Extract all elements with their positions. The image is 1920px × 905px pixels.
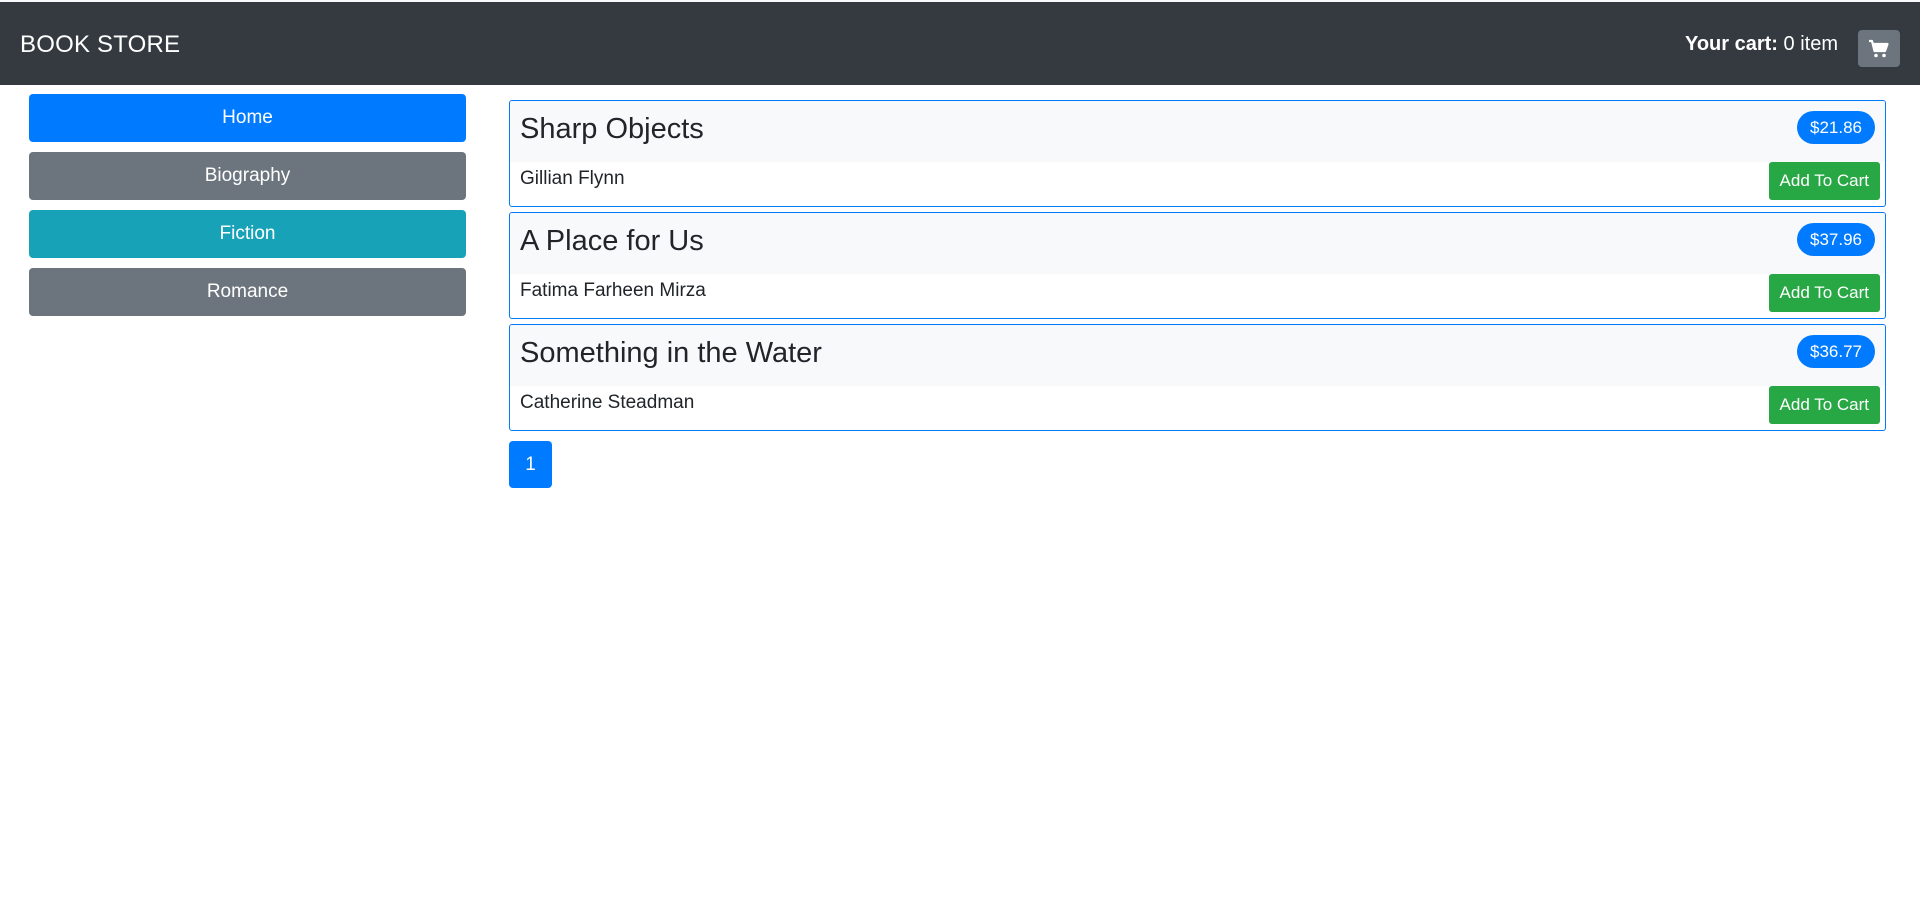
- add-to-cart-button[interactable]: Add To Cart: [1768, 386, 1880, 424]
- sidebar-item-fiction[interactable]: Fiction: [29, 210, 466, 258]
- shopping-cart-icon: [1869, 39, 1889, 57]
- book-author: Gillian Flynn: [520, 168, 625, 189]
- price-badge: $21.86: [1797, 111, 1875, 144]
- book-title: Something in the Water: [520, 337, 822, 369]
- price-badge: $36.77: [1797, 335, 1875, 368]
- book-card: Sharp Objects $21.86 Gillian Flynn Add T…: [509, 100, 1886, 207]
- price-badge: $37.96: [1797, 223, 1875, 256]
- sidebar-item-romance[interactable]: Romance: [29, 268, 466, 316]
- brand-title[interactable]: BOOK STORE: [20, 2, 180, 87]
- cart-summary: Your cart: 0 item: [1685, 2, 1838, 87]
- book-title: A Place for Us: [520, 225, 704, 257]
- book-card: A Place for Us $37.96 Fatima Farheen Mir…: [509, 212, 1886, 319]
- category-sidebar: Home Biography Fiction Romance: [29, 94, 466, 326]
- cart-label: Your cart:: [1684, 33, 1778, 55]
- cart-button[interactable]: [1858, 30, 1900, 67]
- cart-count: 0 item: [1783, 33, 1838, 55]
- top-navbar: BOOK STORE Your cart: 0 item: [0, 0, 1920, 85]
- page-1-button[interactable]: 1: [509, 441, 552, 488]
- book-title: Sharp Objects: [520, 113, 704, 145]
- book-author: Catherine Steadman: [520, 392, 695, 413]
- book-card-header: Something in the Water $36.77: [510, 325, 1885, 386]
- book-author: Fatima Farheen Mirza: [520, 280, 706, 301]
- book-card: Something in the Water $36.77 Catherine …: [509, 324, 1886, 431]
- sidebar-item-home[interactable]: Home: [29, 94, 466, 142]
- add-to-cart-button[interactable]: Add To Cart: [1768, 162, 1880, 200]
- book-card-header: A Place for Us $37.96: [510, 213, 1885, 274]
- book-list: Sharp Objects $21.86 Gillian Flynn Add T…: [509, 100, 1886, 436]
- add-to-cart-button[interactable]: Add To Cart: [1768, 274, 1880, 312]
- sidebar-item-biography[interactable]: Biography: [29, 152, 466, 200]
- book-card-header: Sharp Objects $21.86: [510, 101, 1885, 162]
- pagination: 1: [509, 441, 552, 488]
